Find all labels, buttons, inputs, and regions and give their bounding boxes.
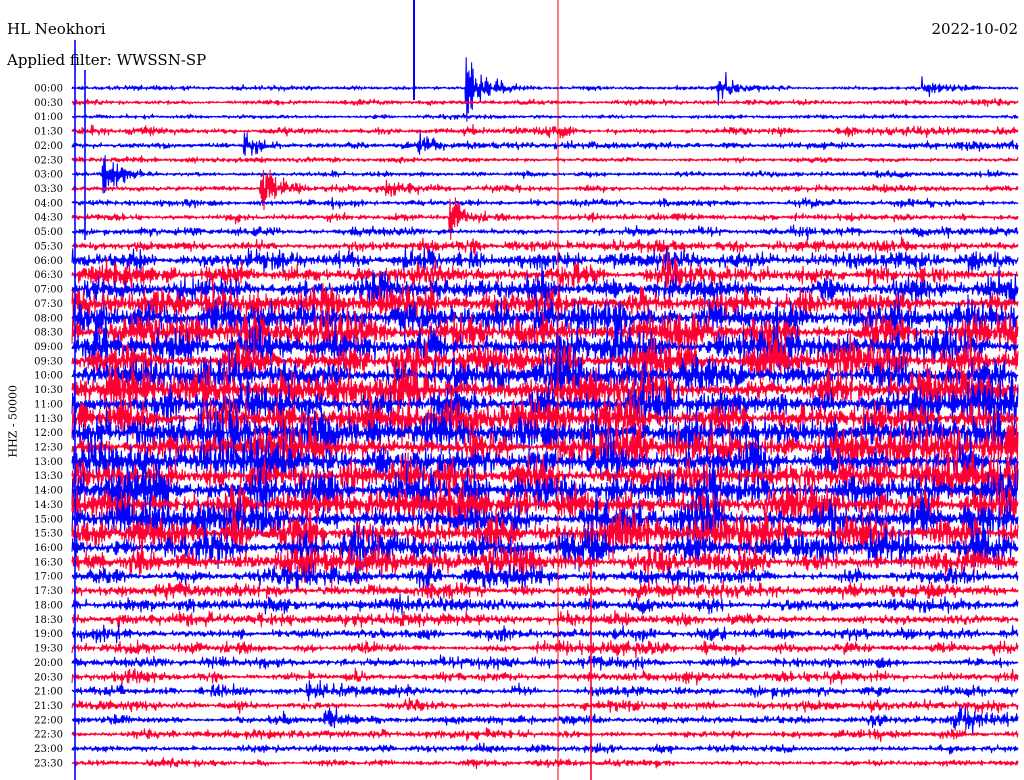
seismic-trace-line: [71, 196, 1019, 211]
time-tick-label: 02:00: [34, 141, 63, 152]
seismic-trace-line: [71, 57, 1019, 122]
time-tick-label: 01:00: [34, 112, 63, 123]
time-tick-label: 16:00: [34, 543, 63, 554]
time-tick-label: 03:30: [34, 184, 63, 195]
time-tick-label: 08:30: [34, 328, 63, 339]
time-tick-label: 12:30: [34, 443, 63, 454]
time-tick-label: 23:00: [34, 744, 63, 755]
helicorder-chart: 00:00 00:30 01:00 01:30 02:00 02:30 03:00 03:30…: [34, 0, 1019, 780]
y-axis-label: HHZ - 50000: [6, 384, 20, 458]
time-tick-label: 20:30: [34, 672, 63, 683]
seismic-traces: [71, 57, 1019, 770]
time-tick-label: 22:00: [34, 715, 63, 726]
seismic-trace-line: [71, 654, 1019, 671]
time-tick-label: 01:30: [34, 127, 63, 138]
seismic-trace-line: [71, 579, 1019, 601]
time-tick-label: 19:00: [34, 629, 63, 640]
time-tick-label: 03:00: [34, 170, 63, 181]
time-tick-label: 21:00: [34, 687, 63, 698]
seismic-trace-line: [71, 757, 1019, 770]
time-tick-label: 08:00: [34, 313, 63, 324]
time-tick-label: 19:30: [34, 644, 63, 655]
time-tick-label: 17:30: [34, 586, 63, 597]
seismic-trace-line: [71, 742, 1019, 755]
time-tick-label: 17:00: [34, 572, 63, 583]
time-tick-label: 02:30: [34, 155, 63, 166]
time-tick-label: 23:30: [34, 758, 63, 769]
time-tick-label: 13:00: [34, 457, 63, 468]
time-tick-label: 15:30: [34, 529, 63, 540]
time-tick-label: 00:00: [34, 84, 63, 95]
time-tick-label: 07:00: [34, 285, 63, 296]
time-axis-ticks: 00:00 00:30 01:00 01:30 02:00 02:30 03:00 03:30…: [34, 84, 63, 770]
seismic-trace-line: [71, 697, 1019, 715]
seismic-trace-line: [71, 679, 1019, 702]
station-title: HL Neokhori: [7, 20, 106, 38]
time-tick-label: 11:30: [34, 414, 63, 425]
time-tick-label: 11:00: [34, 399, 63, 410]
time-tick-label: 22:30: [34, 730, 63, 741]
seismic-trace-line: [71, 124, 1019, 139]
time-tick-label: 13:30: [34, 471, 63, 482]
time-tick-label: 14:00: [34, 486, 63, 497]
helicorder-plot-area: 00:00 00:30 01:00 01:30 02:00 02:30 03:00 03:30…: [0, 0, 1024, 780]
seismic-trace-line: [71, 130, 1019, 157]
seismic-trace-line: [71, 236, 1019, 256]
time-tick-label: 20:00: [34, 658, 63, 669]
time-tick-label: 16:30: [34, 557, 63, 568]
time-tick-label: 05:30: [34, 241, 63, 252]
seismic-trace-line: [71, 727, 1019, 743]
filter-subtitle: Applied filter: WWSSN-SP: [7, 51, 207, 69]
time-tick-label: 10:00: [34, 371, 63, 382]
seismic-trace-line: [71, 97, 1019, 108]
time-tick-label: 06:00: [34, 256, 63, 267]
seismic-trace-line: [71, 224, 1019, 241]
seismic-trace-line: [71, 155, 1019, 164]
time-tick-label: 06:30: [34, 270, 63, 281]
time-tick-label: 09:30: [34, 356, 63, 367]
seismic-trace-line: [71, 112, 1019, 121]
time-tick-label: 10:30: [34, 385, 63, 396]
time-tick-label: 18:00: [34, 600, 63, 611]
time-tick-label: 14:30: [34, 500, 63, 511]
time-tick-label: 15:00: [34, 514, 63, 525]
date-label: 2022-10-02: [931, 20, 1018, 38]
seismic-trace-line: [71, 705, 1019, 735]
seismic-trace-line: [71, 593, 1019, 616]
time-tick-label: 09:00: [34, 342, 63, 353]
time-tick-label: 18:30: [34, 615, 63, 626]
time-tick-label: 21:30: [34, 701, 63, 712]
time-tick-label: 12:00: [34, 428, 63, 439]
time-tick-label: 04:30: [34, 213, 63, 224]
time-tick-label: 07:30: [34, 299, 63, 310]
seismic-trace-line: [71, 609, 1019, 629]
time-tick-label: 04:00: [34, 198, 63, 209]
time-tick-label: 05:00: [34, 227, 63, 238]
time-tick-label: 00:30: [34, 98, 63, 109]
seismic-trace-line: [71, 246, 1019, 275]
seismic-trace-line: [71, 667, 1019, 686]
seismic-trace-line: [71, 639, 1019, 659]
